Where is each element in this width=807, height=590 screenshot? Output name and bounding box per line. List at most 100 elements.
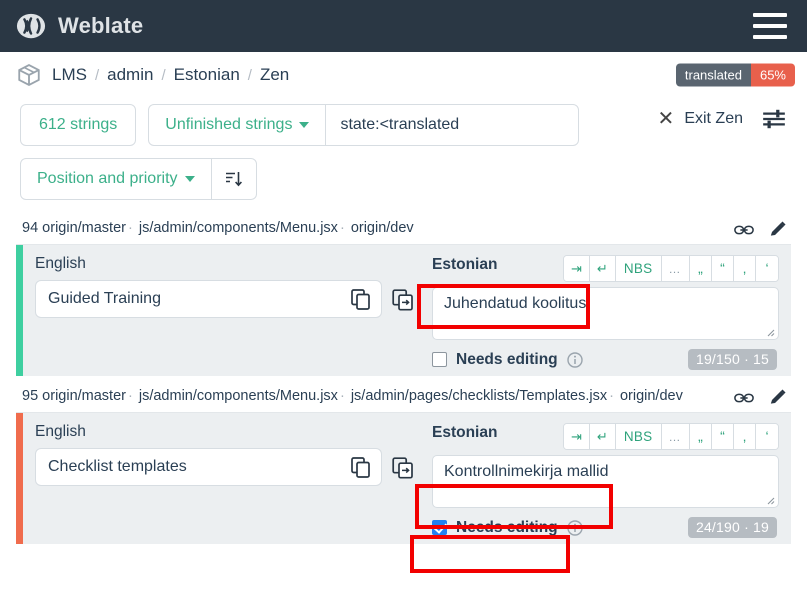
exit-zen-label: Exit Zen <box>684 110 743 127</box>
insert-left-single-quote-button[interactable]: ‘ <box>756 424 778 450</box>
needs-editing-control[interactable]: Needs editing <box>432 351 583 369</box>
needs-editing-checkbox[interactable] <box>432 520 447 536</box>
search-query-input[interactable] <box>326 105 579 145</box>
location-separator: · <box>609 388 614 405</box>
location-separator: · <box>127 388 133 405</box>
edit-pencil-icon[interactable] <box>768 388 787 407</box>
target-language-label: Estonian <box>432 256 498 274</box>
brand-name: Weblate <box>58 13 144 38</box>
hamburger-menu-icon[interactable] <box>753 13 787 39</box>
sort-group: Position and priority <box>20 158 257 200</box>
insert-low-single-quote-button[interactable]: ‚ <box>734 256 756 282</box>
insert-newline-icon[interactable]: ↵ <box>589 424 616 450</box>
unit-header: 94 origin/master · js/admin/components/Me… <box>16 212 791 246</box>
edit-pencil-icon[interactable] <box>768 220 787 239</box>
insert-low-single-quote-button[interactable]: ‚ <box>734 424 756 450</box>
unit-body: English Checklist templates Estonian ⇥ ↵… <box>16 413 791 545</box>
filter-row-sort: Position and priority <box>20 158 787 200</box>
unit-location-part: origin/master <box>42 388 126 405</box>
chevron-down-icon <box>184 176 195 182</box>
source-text-box: Checklist templates <box>35 448 382 487</box>
insert-low-double-quote-button[interactable]: „ <box>690 256 712 282</box>
target-text-area[interactable]: Kontrollnimekirja mallid <box>432 455 779 509</box>
sort-order-dropdown[interactable]: Position and priority <box>21 159 212 199</box>
insert-left-single-quote-button[interactable]: ‘ <box>756 256 778 282</box>
target-text-area[interactable]: Juhendatud koolitus <box>432 287 779 341</box>
insert-ellipsis-button[interactable]: … <box>661 424 690 450</box>
character-counter: 19/150 · 15 <box>687 349 777 371</box>
unit-header-actions <box>734 386 787 407</box>
chevron-down-icon <box>299 122 310 128</box>
source-text-box: Guided Training <box>35 280 382 319</box>
copy-source-icon[interactable] <box>351 456 371 478</box>
target-pane: Estonian ⇥ ↵ NBS … „ “ ‚ ‘ Kontrollnimek… <box>426 413 791 544</box>
sliders-settings-icon[interactable] <box>761 108 787 130</box>
top-navbar: Weblate <box>0 0 807 52</box>
info-circle-icon[interactable] <box>566 519 583 536</box>
resize-grip-icon[interactable] <box>765 495 775 505</box>
source-pane: English Checklist templates <box>23 413 426 544</box>
unit-position: 95 <box>22 388 39 405</box>
unit-location-part: js/admin/components/Menu.jsx <box>138 220 338 236</box>
needs-editing-control[interactable]: Needs editing <box>432 519 583 537</box>
translation-units-list: 94 origin/master · js/admin/components/Me… <box>0 212 807 545</box>
project-cube-icon <box>18 63 40 87</box>
insert-low-double-quote-button[interactable]: „ <box>690 424 712 450</box>
permalink-icon[interactable] <box>734 223 754 237</box>
permalink-icon[interactable] <box>734 391 754 405</box>
filter-preset-dropdown[interactable]: Unfinished strings <box>149 105 327 145</box>
unit-location-part: origin/master <box>42 220 126 236</box>
translation-unit-95: 95 origin/master · js/admin/components/Me… <box>16 380 791 545</box>
sort-direction-button[interactable] <box>212 159 256 199</box>
source-pane: English Guided Training <box>23 245 426 376</box>
progress-label: translated <box>675 63 751 87</box>
insert-left-double-quote-button[interactable]: “ <box>712 424 734 450</box>
clone-to-target-icon[interactable] <box>392 457 414 479</box>
sort-order-label: Position and priority <box>37 170 178 187</box>
breadcrumb-item-admin[interactable]: admin <box>107 65 153 85</box>
resize-grip-icon[interactable] <box>765 327 775 337</box>
brand[interactable]: Weblate <box>16 11 143 41</box>
target-text: Juhendatud koolitus <box>444 295 587 313</box>
close-x-icon: ✕ <box>657 108 675 130</box>
needs-editing-checkbox[interactable] <box>432 352 447 368</box>
insert-tab-icon[interactable]: ⇥ <box>564 256 590 282</box>
target-text: Kontrollnimekirja mallid <box>444 463 609 481</box>
insert-left-double-quote-button[interactable]: “ <box>712 256 734 282</box>
breadcrumb-item-zen[interactable]: Zen <box>260 65 289 85</box>
unit-location-part: js/admin/pages/checklists/Templates.jsx <box>350 388 608 405</box>
location-separator: · <box>127 220 133 236</box>
strings-count-button[interactable]: 612 strings <box>20 104 137 146</box>
insert-nbs-button[interactable]: NBS <box>615 256 662 282</box>
insert-nbs-button[interactable]: NBS <box>615 424 662 450</box>
source-text: Checklist templates <box>48 458 187 476</box>
breadcrumb-item-estonian[interactable]: Estonian <box>174 65 240 85</box>
zen-right-tools: ✕ Exit Zen <box>658 108 787 130</box>
unit-header-actions <box>734 218 787 239</box>
insert-tab-icon[interactable]: ⇥ <box>564 424 590 450</box>
info-circle-icon[interactable] <box>566 351 583 368</box>
source-language-label: English <box>35 255 86 273</box>
filter-preset-label: Unfinished strings <box>165 116 293 133</box>
insert-newline-icon[interactable]: ↵ <box>589 256 616 282</box>
unit-location-part: origin/dev <box>619 388 683 405</box>
exit-zen-button[interactable]: ✕ Exit Zen <box>658 109 743 129</box>
editor-special-chars-toolbar: ⇥ ↵ NBS … „ “ ‚ ‘ <box>563 423 779 451</box>
unit-position: 94 <box>22 220 39 236</box>
breadcrumb-separator: / <box>161 66 166 84</box>
breadcrumb: LMS / admin / Estonian / Zen translated … <box>0 52 807 98</box>
character-counter: 24/190 · 19 <box>687 517 777 539</box>
unit-location-part: js/admin/components/Menu.jsx <box>138 388 338 405</box>
progress-percent: 65% <box>750 63 795 87</box>
source-language-label: English <box>35 423 86 441</box>
unit-body: English Guided Training Estonian ⇥ ↵ NBS… <box>16 245 791 377</box>
insert-ellipsis-button[interactable]: … <box>661 256 690 282</box>
filters-toolbar: 612 strings Unfinished strings ✕ Exit Ze… <box>0 98 807 200</box>
unit-location: 94 origin/master · js/admin/components/Me… <box>22 218 726 239</box>
breadcrumb-item-lms[interactable]: LMS <box>52 65 87 85</box>
copy-source-icon[interactable] <box>351 288 371 310</box>
target-language-label: Estonian <box>432 424 498 442</box>
translation-unit-94: 94 origin/master · js/admin/components/Me… <box>16 212 791 377</box>
clone-to-target-icon[interactable] <box>392 289 414 311</box>
filter-row-primary: 612 strings Unfinished strings ✕ Exit Ze… <box>20 104 787 146</box>
